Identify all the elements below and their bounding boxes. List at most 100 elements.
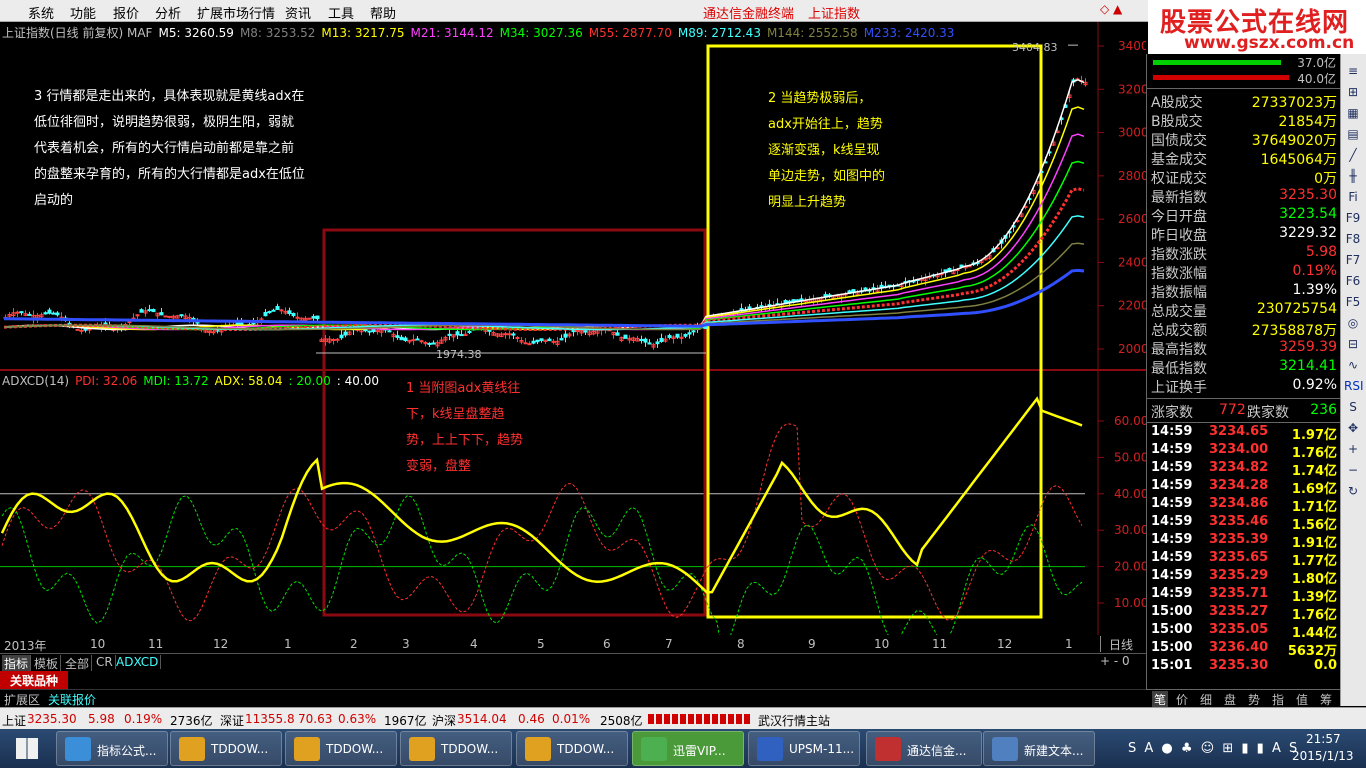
candle-body xyxy=(343,331,348,336)
stat-label: 最高指数 xyxy=(1151,342,1207,358)
system-tray-icons[interactable]: S A ● ♣ ☺ ⊞ ▮ ▮ A S xyxy=(1128,741,1299,756)
candle-body xyxy=(539,338,544,341)
fund-icon[interactable]: Fi xyxy=(1344,190,1362,206)
quote-tab[interactable]: 盘 xyxy=(1224,691,1236,708)
indicator-icon[interactable]: ∿ xyxy=(1344,358,1362,374)
tab-template[interactable]: 模板 xyxy=(32,655,62,672)
menu-icon[interactable]: ≡ xyxy=(1344,64,1362,80)
candle-body xyxy=(467,331,472,334)
tab-related-quotes[interactable]: 关联报价 xyxy=(48,691,96,708)
tick-row: 14:59 3235.65 1.77亿 xyxy=(1151,550,1339,569)
taskbar-item[interactable]: #e0a020 TDDOW... xyxy=(400,731,512,766)
sz-pct: 0.63% xyxy=(338,712,377,726)
menu-analysis[interactable]: 分析 xyxy=(155,3,181,22)
menu-function[interactable]: 功能 xyxy=(70,3,96,22)
taskbar-item[interactable]: #e0a020 TDDOW... xyxy=(285,731,397,766)
menu-quote[interactable]: 报价 xyxy=(113,3,139,22)
candle-body xyxy=(647,342,652,345)
clock-date[interactable]: 2015/1/13 xyxy=(1292,749,1354,763)
tab-adxcd[interactable]: ADXCD xyxy=(114,655,162,669)
tab-cr[interactable]: CR xyxy=(94,655,116,669)
grid-icon[interactable]: ⊞ xyxy=(1344,85,1362,101)
quote-panel: 37.0亿 40.0亿 A股成交 27337023万 B股成交 21854万 国债成交 376… xyxy=(1146,54,1341,706)
legend-item: M55: 2877.70 xyxy=(588,26,672,40)
candle-body xyxy=(623,334,628,339)
menu-extended-market[interactable]: 扩展市场行情 xyxy=(197,3,275,22)
menu-system[interactable]: 系统 xyxy=(28,3,54,22)
related-varieties-label[interactable]: 关联品种 xyxy=(0,671,68,689)
candle-body xyxy=(139,309,144,313)
start-button[interactable] xyxy=(4,731,50,766)
quote-tab[interactable]: 指 xyxy=(1272,691,1284,708)
candle-body xyxy=(667,335,672,338)
menu-help[interactable]: 帮助 xyxy=(370,3,396,22)
time-axis-label: 6 xyxy=(603,637,611,651)
tab-all[interactable]: 全部 xyxy=(63,655,93,672)
taskbar-item[interactable]: #3a8fd8 指标公式... xyxy=(56,731,168,766)
zoom-out-icon[interactable]: − xyxy=(1344,463,1362,479)
quote-tab[interactable]: 势 xyxy=(1248,691,1260,708)
time-axis-label: 10 xyxy=(90,637,106,651)
line-icon[interactable]: ╱ xyxy=(1344,148,1362,164)
taskbar-item[interactable]: #3060c0 UPSM-11... xyxy=(748,731,860,766)
period-button[interactable]: 日线 xyxy=(1100,636,1146,652)
search-icon[interactable]: ◎ xyxy=(1344,316,1362,332)
taskbar-item[interactable]: #4caf50 迅雷VIP... xyxy=(632,731,744,766)
f10-icon[interactable]: F9 xyxy=(1344,211,1362,227)
legend-item: MDI: 13.72 xyxy=(143,374,209,388)
tick-row: 15:00 3236.40 5632万 xyxy=(1151,640,1339,659)
rsi-icon[interactable]: RSI xyxy=(1344,379,1364,395)
stat-value: 21854万 xyxy=(1278,114,1337,130)
stat-row: 最高指数 3259.39 xyxy=(1151,339,1339,358)
time-axis-label: 2013年 xyxy=(4,639,47,653)
time-axis-label: 2 xyxy=(350,637,358,651)
tab-extension-area[interactable]: 扩展区 xyxy=(4,691,40,708)
security-title: 上证指数 xyxy=(808,7,861,22)
quote-tab[interactable]: 值 xyxy=(1296,691,1308,708)
refresh-icon[interactable]: ↻ xyxy=(1344,484,1362,500)
f9-icon[interactable]: F8 xyxy=(1344,232,1362,248)
quote-tab[interactable]: 细 xyxy=(1200,691,1212,708)
tick-price: 3235.30 xyxy=(1209,658,1269,673)
candle-body xyxy=(639,338,644,341)
menu-news[interactable]: 资讯 xyxy=(285,3,311,22)
candle-body xyxy=(559,338,564,341)
taskbar-item[interactable]: #e0a020 TDDOW... xyxy=(170,731,282,766)
candle-body xyxy=(675,333,680,338)
move-icon[interactable]: ✥ xyxy=(1344,421,1362,437)
f7-icon[interactable]: F6 xyxy=(1344,274,1362,290)
chart-window-controls[interactable]: ◇ ▲ xyxy=(1100,2,1122,16)
tick-price: 3234.82 xyxy=(1209,460,1269,475)
tick-amount: 1.76亿 xyxy=(1291,446,1337,461)
app-icon: #4caf50 xyxy=(641,737,667,761)
chart-icon[interactable]: ▦ xyxy=(1344,106,1362,122)
status-bar: 上证 3235.30 5.98 0.19% 2736亿 深证 11355.8 7… xyxy=(0,707,1366,729)
taskbar-item[interactable]: #c03030 通达信金... xyxy=(866,731,982,766)
menu-tools[interactable]: 工具 xyxy=(328,3,354,22)
quote-tab[interactable]: 价 xyxy=(1176,691,1188,708)
taskbar-item[interactable]: #5080c0 新建文本... xyxy=(983,731,1095,766)
f6-icon[interactable]: F5 xyxy=(1344,295,1362,311)
candle-body xyxy=(127,321,132,324)
app-icon: #e0a020 xyxy=(409,737,435,761)
app-icon: #e0a020 xyxy=(294,737,320,761)
taskbar-item[interactable]: #e0a020 TDDOW... xyxy=(516,731,628,766)
f8-icon[interactable]: F7 xyxy=(1344,253,1362,269)
quote-tab[interactable]: 笔 xyxy=(1152,691,1169,708)
taskbar-item-label: TDDOW... xyxy=(211,742,269,756)
zoom-controls[interactable]: + - 0 xyxy=(1100,654,1130,668)
server-name[interactable]: 武汉行情主站 xyxy=(758,712,830,729)
compare-icon[interactable]: ⊟ xyxy=(1344,337,1362,353)
quote-tab[interactable]: 筹 xyxy=(1320,691,1332,708)
stock-icon[interactable]: S xyxy=(1344,400,1362,416)
candle-body xyxy=(431,342,436,345)
stat-value: 1.39% xyxy=(1292,282,1337,298)
tab-indicator[interactable]: 指标 xyxy=(2,655,32,672)
stat-label: 指数振幅 xyxy=(1151,285,1207,301)
app-icon: #e0a020 xyxy=(179,737,205,761)
kline-icon[interactable]: ╫ xyxy=(1344,169,1362,185)
bar-icon[interactable]: ▤ xyxy=(1344,127,1362,143)
zoom-in-icon[interactable]: + xyxy=(1344,442,1362,458)
tick-time: 14:59 xyxy=(1151,532,1193,547)
clock-time[interactable]: 21:57 xyxy=(1306,732,1341,746)
